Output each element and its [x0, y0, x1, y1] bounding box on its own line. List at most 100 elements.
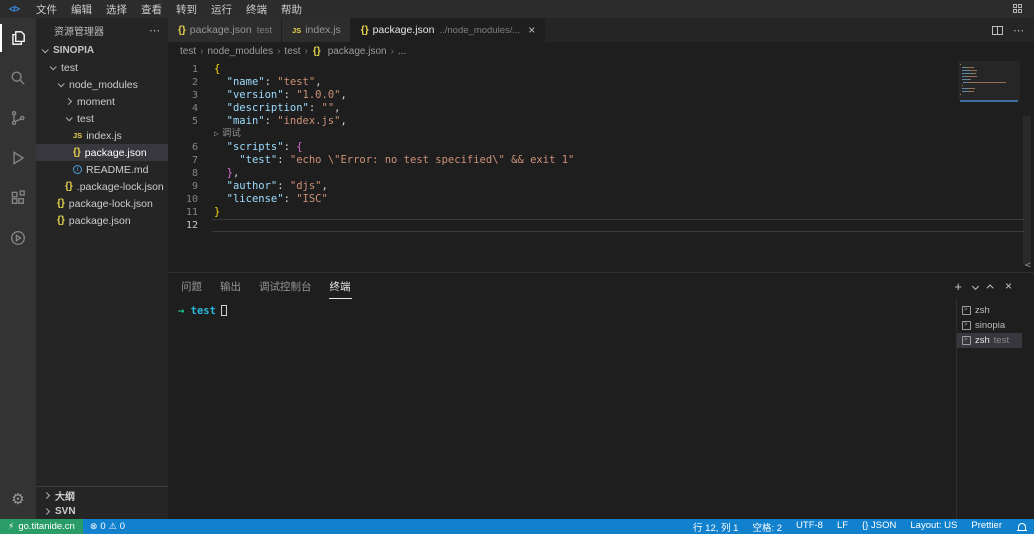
chevron-left-icon[interactable]: <: [1025, 260, 1031, 271]
breadcrumb-item-4[interactable]: ...: [398, 46, 406, 57]
breadcrumb-item-3[interactable]: {}package.json: [312, 46, 387, 57]
tree-item-2[interactable]: node_modules: [36, 76, 168, 93]
code-line-11[interactable]: 11}: [168, 206, 944, 219]
terminal-dropdown-icon[interactable]: [972, 282, 979, 289]
panel-tab-2[interactable]: 调试控制台: [258, 274, 313, 299]
editor-more-actions-icon[interactable]: ⋯: [1013, 24, 1024, 37]
panel-tab-1[interactable]: 输出: [219, 274, 242, 299]
tree-item-10[interactable]: {}package.json: [36, 212, 168, 229]
code-line-1[interactable]: 1{: [168, 63, 944, 76]
breadcrumb-label: package.json: [328, 46, 387, 57]
code-line-12[interactable]: 12: [168, 219, 944, 232]
extensions-icon[interactable]: [0, 178, 36, 218]
menu-item-5[interactable]: 运行: [204, 2, 239, 17]
breadcrumb-item-1[interactable]: node_modules: [207, 46, 273, 57]
breadcrumb-item-0[interactable]: test: [180, 46, 196, 57]
explorer-icon[interactable]: [0, 18, 36, 58]
terminal-list-item-2[interactable]: >zshtest: [957, 333, 1022, 348]
split-editor-icon[interactable]: [992, 26, 1003, 35]
minimap[interactable]: [960, 64, 1018, 102]
code-line-7[interactable]: 7 "test": "echo \"Error: no test specifi…: [168, 154, 944, 167]
editor-tab-1[interactable]: JSindex.js: [282, 18, 351, 42]
code-line-8[interactable]: 8 },: [168, 167, 944, 180]
code-line-2[interactable]: 2 "name": "test",: [168, 76, 944, 89]
editor-tab-0[interactable]: {}package.jsontest: [168, 18, 282, 42]
test-runner-icon[interactable]: [0, 218, 36, 258]
settings-gear-icon[interactable]: ⚙: [0, 479, 36, 519]
statusbar-item-1[interactable]: 空格: 2: [752, 520, 782, 534]
sidebar-section-label: 大纲: [55, 488, 75, 503]
bottom-panel: 问题输出调试控制台终端 + × → test >zsh>sinopia>zsht…: [168, 272, 1034, 519]
code-text: "main": "index.js",: [214, 115, 347, 128]
sidebar-section-1[interactable]: SVN: [36, 503, 168, 519]
explorer-more-actions-icon[interactable]: ⋯: [149, 24, 160, 37]
breadcrumb-item-2[interactable]: test: [284, 46, 300, 57]
line-number: 6: [168, 141, 198, 154]
code-line-6[interactable]: 6 "scripts": {: [168, 141, 944, 154]
sidebar-section-0[interactable]: 大纲: [36, 487, 168, 503]
tree-item-9[interactable]: {}package-lock.json: [36, 195, 168, 212]
code-line-10[interactable]: 10 "license": "ISC": [168, 193, 944, 206]
code-line-3[interactable]: 3 "version": "1.0.0",: [168, 89, 944, 102]
code-line-4[interactable]: 4 "description": "",: [168, 102, 944, 115]
statusbar-item-5[interactable]: Layout: US: [910, 520, 957, 534]
minimap-slider[interactable]: [958, 61, 1020, 101]
status-bar: ⚡ go.titanide.cn ⊗ 0 ⚠ 0 行 12, 列 1 空格: 2 U…: [0, 519, 1034, 534]
statusbar-item-0[interactable]: 行 12, 列 1: [693, 520, 738, 534]
new-terminal-icon[interactable]: +: [954, 279, 962, 294]
panel-scrollbar[interactable]: [1022, 299, 1034, 519]
app-logo-icon: </>: [9, 4, 19, 14]
menu-item-2[interactable]: 选择: [99, 2, 134, 17]
source-control-icon[interactable]: [0, 98, 36, 138]
window-layout-icon[interactable]: [1013, 4, 1024, 15]
menu-item-7[interactable]: 帮助: [274, 2, 309, 17]
editor-scrollbar[interactable]: [1020, 60, 1034, 272]
tree-item-7[interactable]: iREADME.md: [36, 161, 168, 178]
remote-icon: ⚡: [8, 521, 14, 532]
statusbar-item-2[interactable]: UTF-8: [796, 520, 823, 534]
search-icon[interactable]: [0, 58, 36, 98]
statusbar-item-4[interactable]: {} JSON: [862, 520, 896, 534]
menu-item-0[interactable]: 文件: [29, 2, 64, 17]
maximize-panel-icon[interactable]: [987, 284, 994, 291]
close-icon[interactable]: ×: [528, 24, 535, 36]
code-editor[interactable]: 1{2 "name": "test",3 "version": "1.0.0",…: [168, 60, 1034, 272]
terminal-list-item-1[interactable]: >sinopia: [957, 318, 1022, 333]
menu-item-3[interactable]: 查看: [134, 2, 169, 17]
tree-item-6[interactable]: {}package.json: [36, 144, 168, 161]
tree-item-label: test: [77, 113, 94, 125]
editor-tabs: {}package.jsontestJSindex.js{}package.js…: [168, 18, 545, 42]
vscode-window: </> 文件编辑选择查看转到运行终端帮助: [0, 0, 1034, 534]
notifications-bell-icon[interactable]: [1018, 523, 1026, 530]
menu-item-4[interactable]: 转到: [169, 2, 204, 17]
tree-item-0[interactable]: SINOPIA: [36, 42, 168, 59]
tree-item-label: .package-lock.json: [77, 181, 164, 193]
remote-indicator[interactable]: ⚡ go.titanide.cn: [0, 519, 83, 534]
panel-tab-3[interactable]: 终端: [329, 274, 352, 299]
breadcrumb-separator-icon: ›: [305, 46, 308, 57]
tree-item-8[interactable]: {} .package-lock.json: [36, 178, 168, 195]
json-file-icon: {}: [73, 147, 81, 158]
tree-item-5[interactable]: JSindex.js: [36, 127, 168, 144]
close-panel-icon[interactable]: ×: [1005, 279, 1012, 293]
codelens-debug[interactable]: ▷调试: [168, 128, 944, 141]
terminal-output[interactable]: → test: [168, 299, 956, 519]
code-line-9[interactable]: 9 "author": "djs",: [168, 180, 944, 193]
statusbar-item-3[interactable]: LF: [837, 520, 848, 534]
problems-status[interactable]: ⊗ 0 ⚠ 0: [83, 519, 132, 534]
code-line-5[interactable]: 5 "main": "index.js",: [168, 115, 944, 128]
tree-item-3[interactable]: moment: [36, 93, 168, 110]
terminal-list-item-0[interactable]: >zsh: [957, 303, 1022, 318]
menu-item-1[interactable]: 编辑: [64, 2, 99, 17]
json-file-icon: {}: [65, 181, 73, 192]
line-number: 3: [168, 89, 198, 102]
editor-tab-2[interactable]: {}package.json../node_modules/...×: [351, 18, 546, 42]
panel-tab-0[interactable]: 问题: [180, 274, 203, 299]
tree-item-4[interactable]: test: [36, 110, 168, 127]
menu-item-6[interactable]: 终端: [239, 2, 274, 17]
statusbar-item-6[interactable]: Prettier: [971, 520, 1002, 534]
tree-item-1[interactable]: test: [36, 59, 168, 76]
terminal-desc: test: [994, 335, 1009, 346]
run-and-debug-icon[interactable]: [0, 138, 36, 178]
breadcrumb-label: test: [284, 46, 300, 57]
